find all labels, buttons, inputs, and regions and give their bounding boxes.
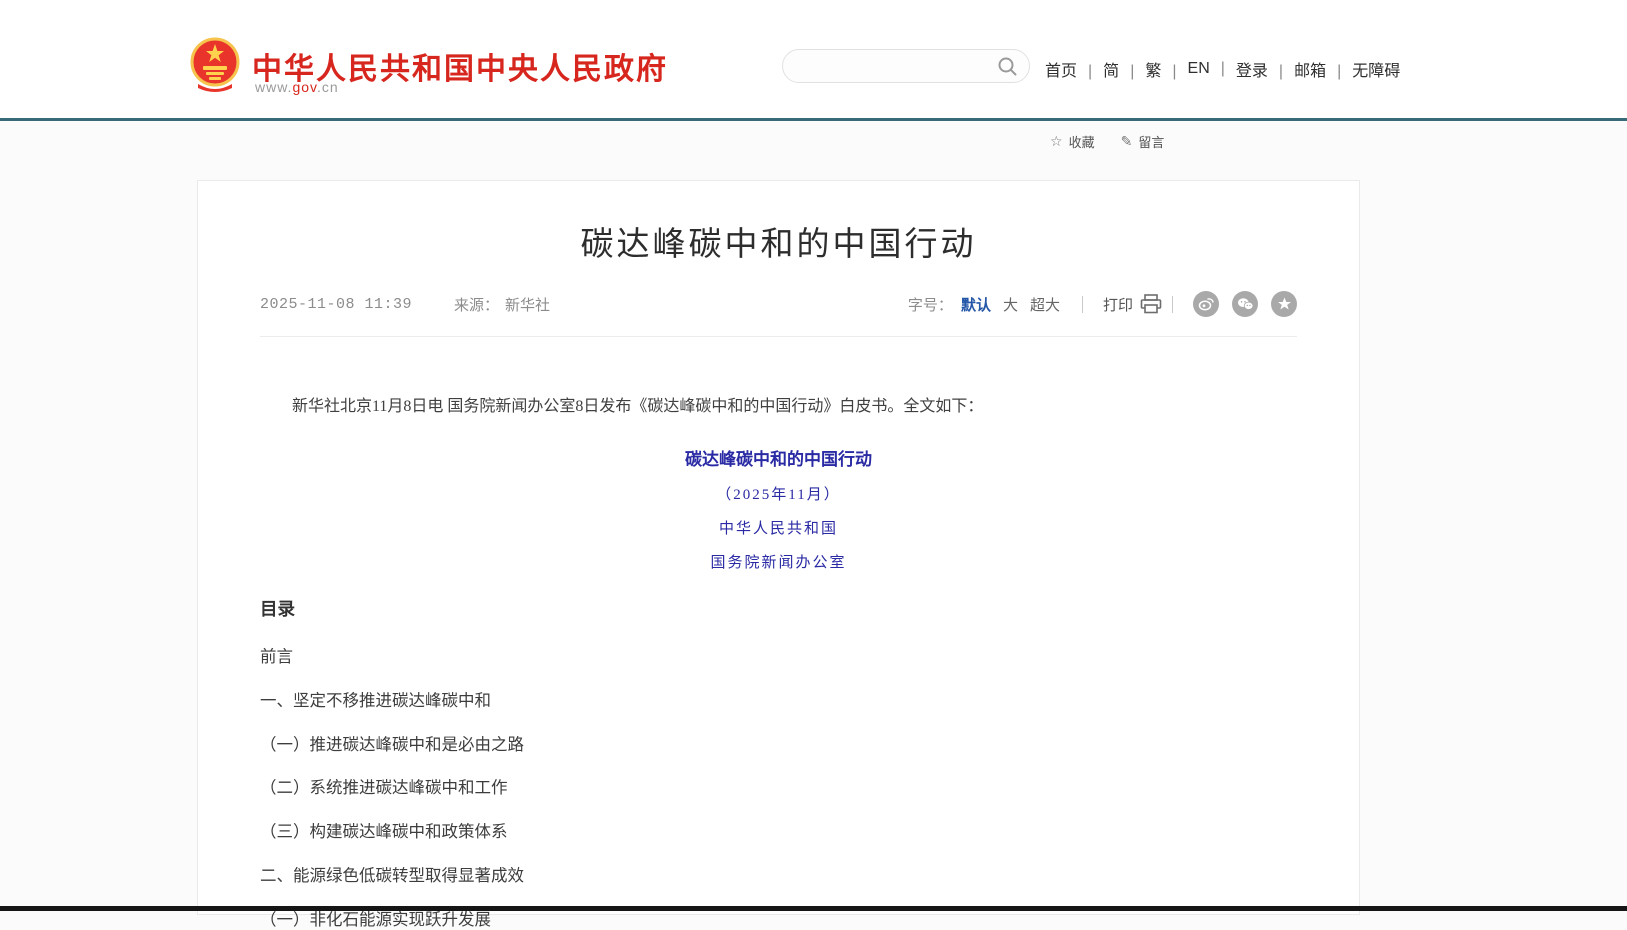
- favorite-label: 收藏: [1069, 132, 1095, 151]
- nav-home[interactable]: 首页: [1045, 57, 1103, 81]
- article-meta-right: 字号： 默认 大 超大 打印: [908, 291, 1297, 317]
- toc-item-section1-3: （三）构建碳达峰碳中和政策体系: [260, 822, 1297, 842]
- search-input[interactable]: [799, 51, 989, 81]
- nav-login[interactable]: 登录: [1236, 57, 1294, 81]
- vertical-divider: [1172, 296, 1173, 313]
- star-outline-icon: ☆: [1050, 133, 1063, 150]
- search-box: [782, 49, 1030, 83]
- toc-item-section1-1: （一）推进碳达峰碳中和是必由之路: [260, 735, 1297, 755]
- site-url: www.gov.cn: [255, 79, 339, 95]
- lead-paragraph: 新华社北京11月8日电 国务院新闻办公室8日发布《碳达峰碳中和的中国行动》白皮书…: [260, 395, 1297, 419]
- page-toolbar: ☆ 收藏 ✎ 留言: [1050, 132, 1164, 151]
- article-meta-row: 2025-11-08 11:39 来源： 新华社 字号： 默认 大 超大 打印: [260, 291, 1297, 337]
- font-size-xlarge-button[interactable]: 超大: [1030, 294, 1060, 315]
- source-value[interactable]: 新华社: [505, 294, 550, 315]
- document-issuer-line1: 中华人民共和国: [260, 517, 1297, 538]
- site-url-suffix: .cn: [317, 79, 339, 95]
- font-size-default-button[interactable]: 默认: [961, 294, 991, 315]
- weibo-share-icon[interactable]: [1193, 291, 1219, 317]
- site-header: 中华人民共和国中央人民政府 www.gov.cn 首页 简 繁 EN 登录 邮箱…: [0, 0, 1627, 118]
- star-share-icon[interactable]: [1271, 291, 1297, 317]
- print-button[interactable]: 打印: [1103, 294, 1162, 315]
- pencil-icon: ✎: [1121, 133, 1133, 150]
- publish-datetime: 2025-11-08 11:39: [260, 296, 412, 313]
- search-icon[interactable]: [997, 56, 1018, 77]
- site-url-prefix: www.: [255, 79, 292, 95]
- favorite-button[interactable]: ☆ 收藏: [1050, 132, 1095, 151]
- print-label: 打印: [1103, 294, 1133, 315]
- nav-accessibility[interactable]: 无障碍: [1352, 57, 1400, 81]
- nav-mail[interactable]: 邮箱: [1294, 57, 1352, 81]
- toc-item-section1-2: （二）系统推进碳达峰碳中和工作: [260, 778, 1297, 798]
- teal-divider-bar: [0, 118, 1627, 121]
- article-card: 碳达峰碳中和的中国行动 2025-11-08 11:39 来源： 新华社 字号：…: [197, 180, 1360, 915]
- message-button[interactable]: ✎ 留言: [1121, 132, 1165, 151]
- footer-edge-bar: [0, 906, 1627, 911]
- message-label: 留言: [1138, 132, 1164, 151]
- document-date: （2025年11月）: [260, 483, 1297, 504]
- national-emblem-logo: [190, 36, 240, 92]
- article-title: 碳达峰碳中和的中国行动: [260, 217, 1297, 265]
- article-meta-left: 2025-11-08 11:39 来源： 新华社: [260, 294, 550, 315]
- nav-simplified[interactable]: 简: [1103, 57, 1145, 81]
- toc-item-section2: 二、能源绿色低碳转型取得显著成效: [260, 866, 1297, 886]
- toc-heading: 目录: [260, 596, 1297, 621]
- printer-icon: [1140, 294, 1162, 314]
- nav-english[interactable]: EN: [1188, 60, 1236, 78]
- document-title: 碳达峰碳中和的中国行动: [260, 445, 1297, 470]
- wechat-share-icon[interactable]: [1232, 291, 1258, 317]
- top-nav: 首页 简 繁 EN 登录 邮箱 无障碍: [1045, 57, 1400, 81]
- site-url-gov: gov: [292, 79, 317, 95]
- toc-item-section2-1: （一）非化石能源实现跃升发展: [260, 910, 1297, 930]
- font-size-label: 字号：: [908, 294, 953, 315]
- vertical-divider: [1082, 296, 1083, 313]
- source-label: 来源：: [454, 294, 499, 315]
- toc-item-section1: 一、坚定不移推进碳达峰碳中和: [260, 691, 1297, 711]
- share-icons-group: [1193, 291, 1297, 317]
- toc-item-preface: 前言: [260, 647, 1297, 667]
- table-of-contents: 前言 一、坚定不移推进碳达峰碳中和 （一）推进碳达峰碳中和是必由之路 （二）系统…: [260, 647, 1297, 930]
- document-issuer-line2: 国务院新闻办公室: [260, 551, 1297, 572]
- nav-traditional[interactable]: 繁: [1145, 57, 1187, 81]
- font-size-large-button[interactable]: 大: [1003, 294, 1018, 315]
